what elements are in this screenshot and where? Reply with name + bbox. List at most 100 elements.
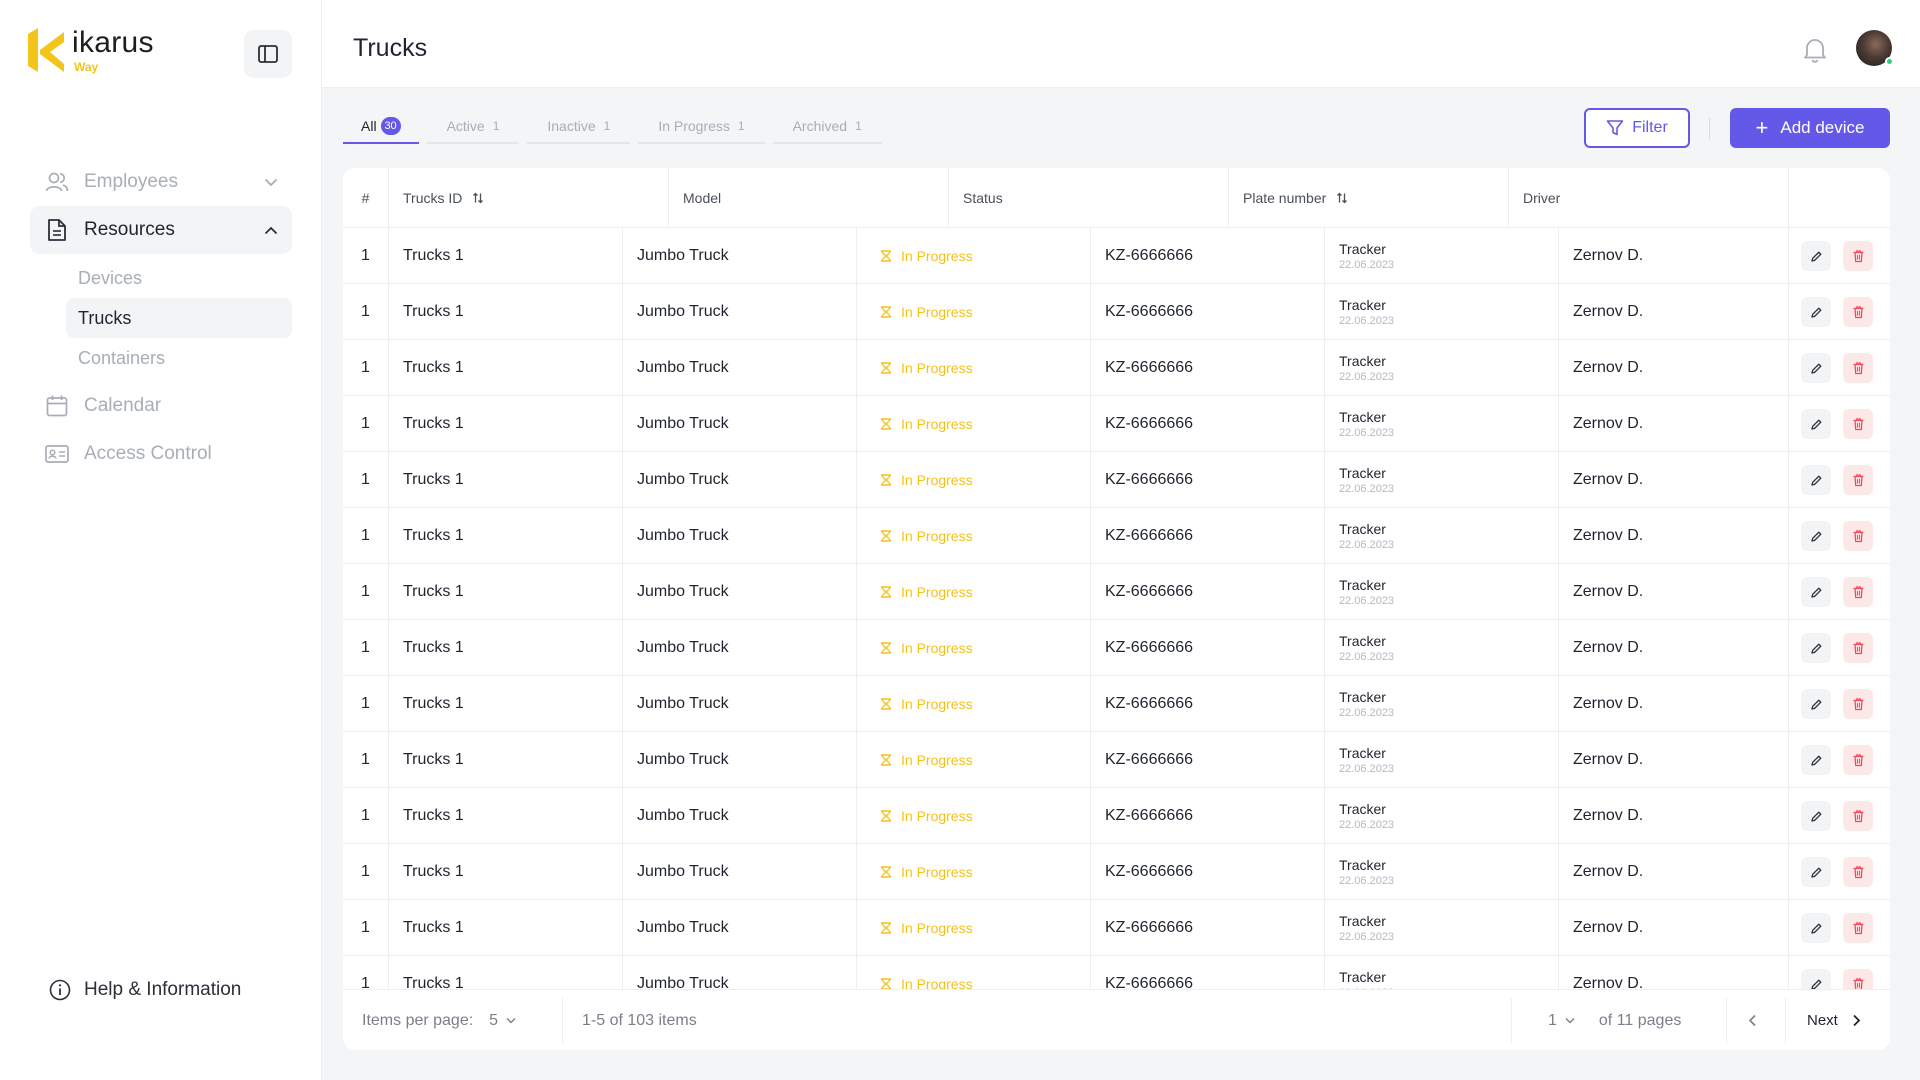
cell-truck-id: Trucks 1 [389,284,623,340]
cell-truck-id: Trucks 1 [389,620,623,676]
cell-tracker: Tracker 22.06.2023 [1325,900,1559,956]
cell-status: In Progress [857,900,1091,956]
cell-actions [1789,676,1890,732]
column-header-plate-number[interactable]: Plate number [1229,168,1509,228]
delete-row-button[interactable] [1843,521,1873,551]
tab-count: 1 [492,119,500,133]
cell-truck-id: Trucks 1 [389,508,623,564]
prev-page-button[interactable] [1748,990,1757,1050]
cell-tracker: Tracker 22.06.2023 [1325,284,1559,340]
items-range: 1-5 of 103 items [582,1011,697,1029]
sidebar-item-resources[interactable]: Resources [30,206,292,254]
table-body: 1 Trucks 1 Jumbo Truck In Progress KZ-666666… [343,228,1890,989]
filter-button[interactable]: Filter [1584,108,1690,148]
tab-all[interactable]: All 30 [343,110,419,144]
delete-row-button[interactable] [1843,353,1873,383]
delete-row-button[interactable] [1843,465,1873,495]
edit-row-button[interactable] [1801,409,1831,439]
edit-row-button[interactable] [1801,745,1831,775]
help-information-link[interactable]: Help & Information [48,978,241,1002]
status-label: In Progress [901,584,973,600]
cell-truck-id: Trucks 1 [389,228,623,284]
edit-row-button[interactable] [1801,297,1831,327]
tracker-date: 22.06.2023 [1339,651,1395,663]
cell-plate-number: KZ-6666666 [1091,564,1325,620]
edit-row-button[interactable] [1801,633,1831,663]
sidebar-toggle-button[interactable] [244,30,292,78]
edit-row-button[interactable] [1801,801,1831,831]
delete-row-button[interactable] [1843,801,1873,831]
cell-driver: Zernov D. [1559,844,1789,900]
delete-row-button[interactable] [1843,633,1873,663]
status-badge: In Progress [857,304,973,320]
table-row: 1 Trucks 1 Jumbo Truck In Progress KZ-666666… [343,620,1890,676]
cell-tracker: Tracker 22.06.2023 [1325,396,1559,452]
tab-in-progress[interactable]: In Progress 1 [638,110,765,144]
status-badge: In Progress [857,696,973,712]
delete-row-button[interactable] [1843,857,1873,887]
cell-model: Jumbo Truck [623,284,857,340]
tracker-date: 22.06.2023 [1339,595,1395,607]
table-row: 1 Trucks 1 Jumbo Truck In Progress KZ-666666… [343,844,1890,900]
cell-model: Jumbo Truck [623,452,857,508]
column-header-model: Model [669,168,949,228]
next-page-button[interactable]: Next [1807,990,1861,1050]
status-badge: In Progress [857,752,973,768]
tab-active[interactable]: Active 1 [426,110,520,144]
edit-row-button[interactable] [1801,465,1831,495]
cell-number: 1 [343,508,389,564]
tracker-date: 22.06.2023 [1339,315,1395,327]
cell-actions [1789,900,1890,956]
cell-number: 1 [343,284,389,340]
cell-truck-id: Trucks 1 [389,564,623,620]
status-badge: In Progress [857,976,973,989]
chevron-down-icon [1565,1017,1575,1024]
table-row: 1 Trucks 1 Jumbo Truck In Progress KZ-666666… [343,508,1890,564]
tab-label: Archived [792,118,848,134]
edit-row-button[interactable] [1801,521,1831,551]
edit-row-button[interactable] [1801,969,1831,989]
page-title: Trucks [353,34,428,62]
pencil-icon [1810,363,1821,374]
tab-label: Active [446,118,485,134]
edit-row-button[interactable] [1801,913,1831,943]
cell-driver: Zernov D. [1559,676,1789,732]
tab-archived[interactable]: Archived 1 [772,110,882,144]
delete-row-button[interactable] [1843,297,1873,327]
page-select[interactable]: 1 [1548,1012,1575,1030]
cell-plate-number: KZ-6666666 [1091,732,1325,788]
delete-row-button[interactable] [1843,409,1873,439]
cell-plate-number: KZ-6666666 [1091,956,1325,989]
pencil-icon [1810,307,1821,318]
user-avatar[interactable] [1856,30,1894,66]
sidebar-item-calendar[interactable]: Calendar [30,382,292,430]
sidebar-item-access-control[interactable]: Access Control [30,430,292,478]
delete-row-button[interactable] [1843,577,1873,607]
cell-driver: Zernov D. [1559,788,1789,844]
status-label: In Progress [901,752,973,768]
sidebar-subitem-trucks[interactable]: Trucks [66,298,292,338]
delete-row-button[interactable] [1843,241,1873,271]
edit-row-button[interactable] [1801,577,1831,607]
items-per-page-select[interactable]: 5 [489,1012,516,1030]
tab-inactive[interactable]: Inactive 1 [527,110,631,144]
column-header-trucks-id[interactable]: Trucks ID [389,168,669,228]
edit-row-button[interactable] [1801,857,1831,887]
edit-row-button[interactable] [1801,241,1831,271]
edit-row-button[interactable] [1801,689,1831,719]
bell-icon[interactable] [1802,36,1828,64]
delete-row-button[interactable] [1843,969,1873,989]
cell-truck-id: Trucks 1 [389,788,623,844]
cell-driver: Zernov D. [1559,284,1789,340]
add-device-button[interactable]: + Add device [1730,108,1890,148]
sidebar-subitem-devices[interactable]: Devices [66,258,292,298]
delete-row-button[interactable] [1843,745,1873,775]
delete-row-button[interactable] [1843,913,1873,943]
cell-actions [1789,620,1890,676]
edit-row-button[interactable] [1801,353,1831,383]
delete-row-button[interactable] [1843,689,1873,719]
cell-plate-number: KZ-6666666 [1091,396,1325,452]
sidebar-subitem-containers[interactable]: Containers [66,338,292,378]
cell-model: Jumbo Truck [623,788,857,844]
sidebar-item-employees[interactable]: Employees [30,158,292,206]
